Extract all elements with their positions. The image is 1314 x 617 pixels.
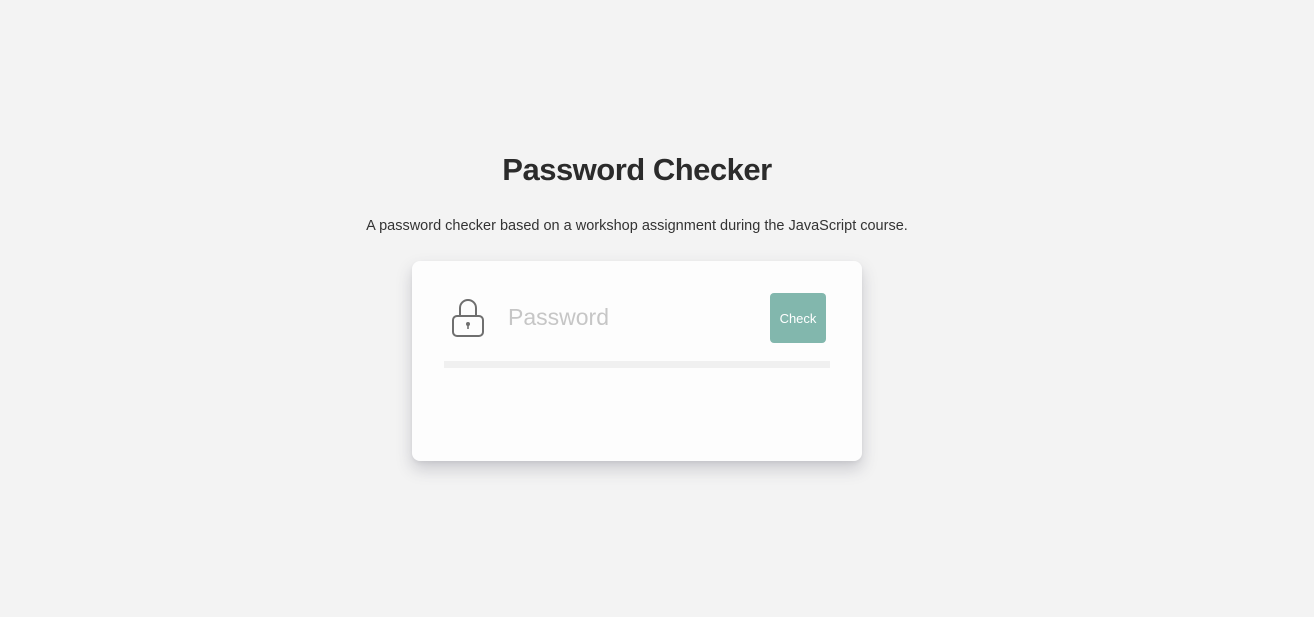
page-title: Password Checker <box>502 152 772 187</box>
check-button[interactable]: Check <box>770 293 826 343</box>
page-subtitle: A password checker based on a workshop a… <box>366 218 908 234</box>
password-strength-bar <box>444 361 830 368</box>
password-card: Check <box>412 261 862 461</box>
password-input[interactable] <box>508 297 758 337</box>
lock-icon <box>448 295 488 339</box>
page: Password Checker A password checker base… <box>0 0 1314 617</box>
